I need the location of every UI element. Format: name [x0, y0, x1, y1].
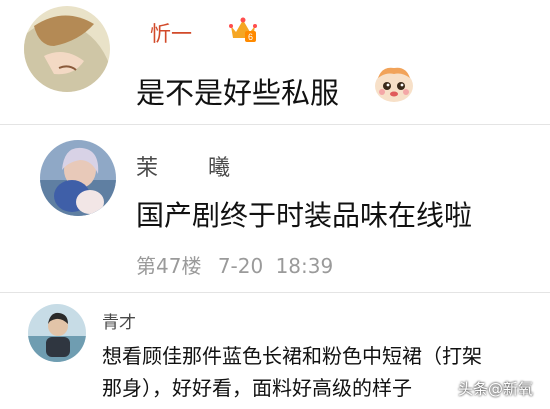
avatar[interactable]: [28, 304, 86, 362]
comment-date: 7-20: [217, 254, 264, 278]
svg-text:6: 6: [248, 32, 253, 42]
watermark: 头条@新氧: [458, 378, 533, 399]
comment-text: 国产剧终于时装品味在线啦: [136, 199, 473, 232]
user-avatar-photo-icon: [40, 140, 116, 216]
comment-divider: [0, 124, 550, 125]
comment-time: 18:39: [275, 254, 334, 278]
crown-badge-icon: 6: [228, 14, 258, 44]
watermark-platform: 头条: [458, 380, 489, 398]
avatar[interactable]: [24, 6, 110, 92]
user-avatar-illustration-icon: [24, 6, 110, 92]
comment-text-line-1: 想看顾佳那件蓝色长裙和粉色中短裙（打架: [102, 344, 482, 368]
comment-divider: [0, 292, 550, 293]
comment-username[interactable]: 青才: [102, 308, 136, 333]
comment-meta: 第47楼 7-20 18:39: [136, 250, 333, 279]
comment-text-line-2: 那身），好好看，面料好高级的样子: [102, 376, 412, 400]
avatar[interactable]: [40, 140, 116, 216]
comment-username[interactable]: 忻一: [150, 18, 192, 48]
floor-label: 第47楼: [136, 254, 202, 278]
watermark-account: @新氧: [488, 380, 534, 398]
user-avatar-photo-icon: [28, 304, 86, 362]
comment-username[interactable]: 茉 曦: [136, 150, 232, 182]
cartoon-cute-emoji-icon: [372, 64, 416, 104]
comment-text: 是不是好些私服: [136, 76, 340, 110]
